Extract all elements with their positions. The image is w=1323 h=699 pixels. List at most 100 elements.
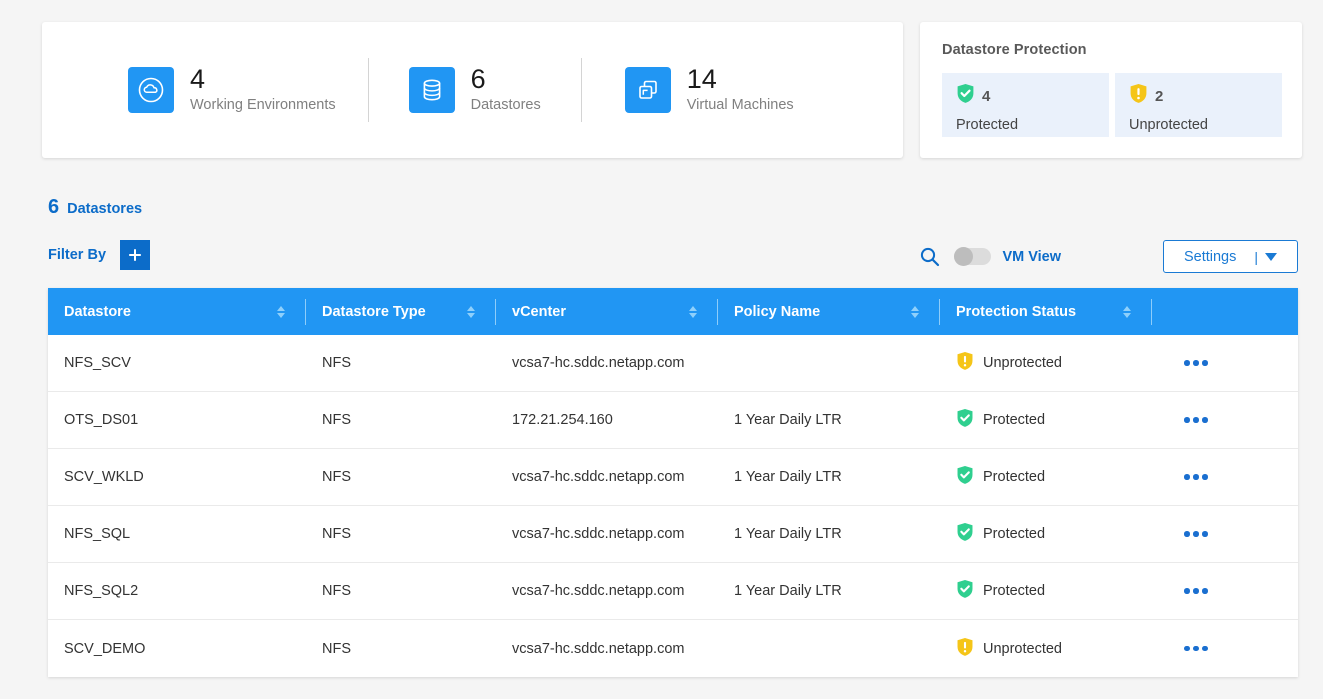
cell-policy-name	[718, 620, 940, 677]
shield-check-icon	[956, 465, 974, 489]
shield-warning-icon	[956, 637, 974, 661]
stat-datastores: 6 Datastores	[409, 22, 541, 158]
more-actions-icon[interactable]	[1168, 563, 1208, 619]
stat-divider-1	[368, 58, 369, 122]
cell-policy-name: 1 Year Daily LTR	[718, 506, 940, 562]
more-actions-icon[interactable]	[1168, 335, 1208, 391]
table-body: NFS_SCVNFSvcsa7-hc.sddc.netapp.comUnprot…	[48, 335, 1298, 677]
column-header-actions	[1152, 288, 1298, 335]
protected-tile: 4 Protected	[942, 73, 1109, 137]
cell-protection-status: Protected	[940, 563, 1152, 619]
stat-label: Datastores	[471, 98, 541, 114]
cell-actions	[1152, 620, 1298, 677]
column-header-label: Datastore	[48, 304, 131, 320]
protection-card-title: Datastore Protection	[942, 42, 1282, 58]
cell-vcenter: vcsa7-hc.sddc.netapp.com	[496, 620, 718, 677]
more-actions-icon[interactable]	[1168, 506, 1208, 562]
status-text: Protected	[983, 469, 1045, 485]
table-row[interactable]: NFS_SCVNFSvcsa7-hc.sddc.netapp.comUnprot…	[48, 335, 1298, 392]
cell-datastore-type: NFS	[306, 449, 496, 505]
status-text: Protected	[983, 412, 1045, 428]
settings-dropdown[interactable]: |	[1254, 249, 1277, 265]
status-text: Protected	[983, 526, 1045, 542]
cell-datastore-type: NFS	[306, 392, 496, 448]
status-text: Unprotected	[983, 641, 1062, 657]
column-header-label: Protection Status	[940, 304, 1076, 320]
status-text: Unprotected	[983, 355, 1062, 371]
cell-vcenter: vcsa7-hc.sddc.netapp.com	[496, 506, 718, 562]
search-icon[interactable]	[919, 246, 940, 267]
more-actions-icon[interactable]	[1168, 392, 1208, 448]
cell-actions	[1152, 392, 1298, 448]
table-row[interactable]: NFS_SQL2NFSvcsa7-hc.sddc.netapp.com1 Yea…	[48, 563, 1298, 620]
shield-check-icon	[956, 408, 974, 432]
add-filter-button[interactable]	[120, 240, 150, 270]
protected-label: Protected	[956, 117, 1097, 133]
cell-datastore: SCV_DEMO	[48, 620, 306, 677]
plus-icon	[127, 247, 143, 263]
more-actions-icon[interactable]	[1168, 620, 1208, 677]
vm-view-label: VM View	[1002, 249, 1061, 265]
cell-protection-status: Protected	[940, 449, 1152, 505]
column-header-protection-status[interactable]: Protection Status	[940, 288, 1152, 335]
unprotected-count: 2	[1155, 88, 1163, 105]
protected-count: 4	[982, 88, 990, 105]
unprotected-tile: 2 Unprotected	[1115, 73, 1282, 137]
cell-protection-status: Unprotected	[940, 335, 1152, 391]
stat-label: Working Environments	[190, 98, 336, 114]
cell-policy-name	[718, 335, 940, 391]
stat-working-environments: 4 Working Environments	[128, 22, 336, 158]
cell-datastore-type: NFS	[306, 563, 496, 619]
sort-icon[interactable]	[467, 306, 475, 318]
more-actions-icon[interactable]	[1168, 449, 1208, 505]
table-row[interactable]: NFS_SQLNFSvcsa7-hc.sddc.netapp.com1 Year…	[48, 506, 1298, 563]
chevron-down-icon	[1265, 253, 1277, 261]
datastore-protection-card: Datastore Protection 4 Protected	[920, 22, 1302, 158]
column-header-datastore[interactable]: Datastore	[48, 288, 306, 335]
cloud-circle-icon	[128, 67, 174, 113]
cell-datastore: SCV_WKLD	[48, 449, 306, 505]
table-row[interactable]: SCV_DEMONFSvcsa7-hc.sddc.netapp.comUnpro…	[48, 620, 1298, 677]
cell-datastore: NFS_SQL	[48, 506, 306, 562]
shield-warning-icon	[1129, 83, 1148, 109]
table-row[interactable]: OTS_DS01NFS172.21.254.1601 Year Daily LT…	[48, 392, 1298, 449]
stat-value: 6	[471, 66, 541, 93]
cell-actions	[1152, 563, 1298, 619]
stat-value: 4	[190, 66, 336, 93]
cell-vcenter: vcsa7-hc.sddc.netapp.com	[496, 563, 718, 619]
table-row[interactable]: SCV_WKLDNFSvcsa7-hc.sddc.netapp.com1 Yea…	[48, 449, 1298, 506]
shield-check-icon	[956, 83, 975, 109]
cell-protection-status: Protected	[940, 392, 1152, 448]
table-header-row: Datastore Datastore Type vCenter Policy …	[48, 288, 1298, 335]
cell-actions	[1152, 449, 1298, 505]
filter-bar: Filter By	[48, 240, 150, 270]
cell-protection-status: Unprotected	[940, 620, 1152, 677]
cell-vcenter: vcsa7-hc.sddc.netapp.com	[496, 335, 718, 391]
virtual-machines-icon	[625, 67, 671, 113]
datastores-page: 4 Working Environments 6 Datastores	[0, 0, 1323, 699]
cell-vcenter: vcsa7-hc.sddc.netapp.com	[496, 449, 718, 505]
datastores-count: 6	[48, 196, 59, 219]
summary-row: 4 Working Environments 6 Datastores	[42, 22, 1302, 158]
table-toolbar: VM View Settings |	[919, 240, 1298, 273]
settings-label: Settings	[1184, 249, 1236, 265]
cell-datastore: NFS_SCV	[48, 335, 306, 391]
sort-icon[interactable]	[1123, 306, 1131, 318]
datastores-heading: 6 Datastores	[48, 196, 142, 219]
stat-label: Virtual Machines	[687, 98, 794, 114]
settings-divider: |	[1254, 249, 1258, 265]
sort-icon[interactable]	[911, 306, 919, 318]
filter-by-label: Filter By	[48, 247, 106, 263]
stat-virtual-machines: 14 Virtual Machines	[625, 22, 794, 158]
shield-check-icon	[956, 522, 974, 546]
column-header-vcenter[interactable]: vCenter	[496, 288, 718, 335]
environment-summary-card: 4 Working Environments 6 Datastores	[42, 22, 903, 158]
sort-icon[interactable]	[277, 306, 285, 318]
datastores-table: Datastore Datastore Type vCenter Policy …	[48, 288, 1298, 677]
sort-icon[interactable]	[689, 306, 697, 318]
vm-view-toggle[interactable]	[954, 248, 991, 265]
settings-button[interactable]: Settings |	[1163, 240, 1298, 273]
column-header-datastore-type[interactable]: Datastore Type	[306, 288, 496, 335]
status-text: Protected	[983, 583, 1045, 599]
column-header-policy-name[interactable]: Policy Name	[718, 288, 940, 335]
